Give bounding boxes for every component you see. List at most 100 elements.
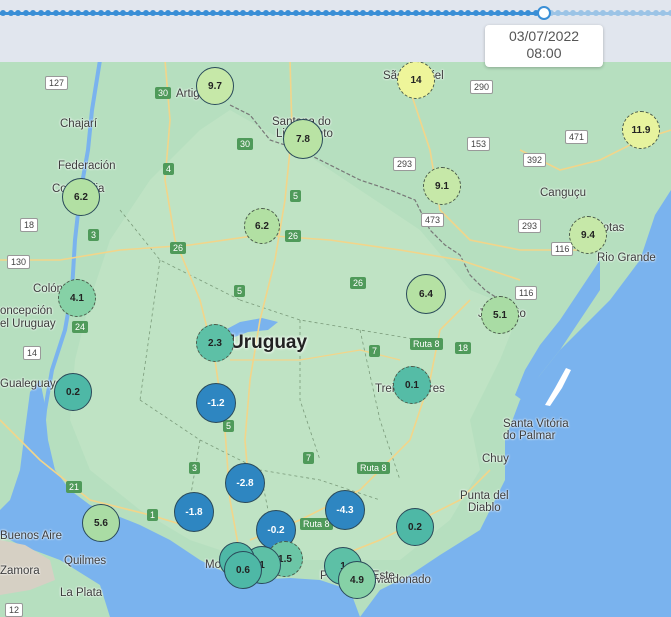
temperature-marker[interactable]: 14 [397, 61, 435, 99]
timeline-tick[interactable] [660, 10, 666, 16]
timeline-tick[interactable] [480, 10, 486, 16]
timeline-tick[interactable] [127, 10, 134, 16]
timeline-tick[interactable] [330, 10, 336, 16]
timeline-tick[interactable] [615, 10, 621, 16]
timeline-tick[interactable] [135, 10, 141, 16]
timeline-tick[interactable] [60, 10, 66, 16]
timeline-tick[interactable] [75, 10, 81, 16]
timeline-tick[interactable] [352, 10, 359, 16]
timeline-tick[interactable] [360, 10, 366, 16]
timeline-tick[interactable] [622, 10, 629, 16]
timeline-tick[interactable] [487, 10, 494, 16]
timeline-tick[interactable] [120, 10, 126, 16]
timeline-tick[interactable] [472, 10, 479, 16]
timeline-tick[interactable] [270, 10, 276, 16]
timeline-tick[interactable] [300, 10, 306, 16]
temperature-marker[interactable]: 0.2 [396, 508, 434, 546]
timeline-tick[interactable] [420, 10, 426, 16]
timeline-tick[interactable] [292, 10, 299, 16]
temperature-marker[interactable]: -1.2 [196, 383, 236, 423]
temperature-marker[interactable]: 7.8 [283, 119, 323, 159]
timeline-tick[interactable] [90, 10, 96, 16]
timeline-tick[interactable] [67, 10, 74, 16]
timeline-tick[interactable] [367, 10, 374, 16]
temperature-marker[interactable]: 9.4 [569, 216, 607, 254]
timeline-tick[interactable] [345, 10, 351, 16]
timeline-tick[interactable] [315, 10, 321, 16]
timeline-tick[interactable] [22, 10, 29, 16]
timeline-tick[interactable] [442, 10, 449, 16]
temperature-marker[interactable]: -4.3 [325, 490, 365, 530]
timeline-tick[interactable] [112, 10, 119, 16]
timeline-tick[interactable] [97, 10, 104, 16]
timeline-tick[interactable] [495, 10, 501, 16]
timeline-tick[interactable] [277, 10, 284, 16]
temperature-marker[interactable]: 5.6 [82, 504, 120, 542]
timeline-tick[interactable] [337, 10, 344, 16]
timeline-tick[interactable] [45, 10, 51, 16]
timeline-tick[interactable] [172, 10, 179, 16]
timeline-tick[interactable] [37, 10, 44, 16]
temperature-marker[interactable]: 6.2 [62, 178, 100, 216]
timeline-tick[interactable] [7, 10, 14, 16]
temperature-marker[interactable]: 0.1 [393, 366, 431, 404]
timeline-tick[interactable] [202, 10, 209, 16]
timeline-tick[interactable] [465, 10, 471, 16]
temperature-marker[interactable]: 0.2 [54, 373, 92, 411]
weather-map[interactable]: ChajaríFederaciónConcordiaColónoncepción… [0, 0, 671, 617]
timeline-tick[interactable] [390, 10, 396, 16]
timeline-tick[interactable] [0, 10, 6, 16]
timeline-tick[interactable] [562, 10, 569, 16]
timeline-tick[interactable] [525, 10, 531, 16]
timeline-tick[interactable] [457, 10, 464, 16]
timeline-tick[interactable] [82, 10, 89, 16]
timeline-tick[interactable] [247, 10, 254, 16]
timeline-tick[interactable] [570, 10, 576, 16]
timeline-tick[interactable] [427, 10, 434, 16]
timeline-tick[interactable] [405, 10, 411, 16]
temperature-marker[interactable]: 6.4 [406, 274, 446, 314]
timeline-tick[interactable] [187, 10, 194, 16]
timeline-tick[interactable] [210, 10, 216, 16]
timeline-tick[interactable] [195, 10, 201, 16]
timeline-tick[interactable] [30, 10, 36, 16]
temperature-marker[interactable]: 9.1 [423, 167, 461, 205]
temperature-marker[interactable]: -1.8 [174, 492, 214, 532]
timeline-tick[interactable] [157, 10, 164, 16]
timeline-tick[interactable] [585, 10, 591, 16]
temperature-marker[interactable]: -2.8 [225, 463, 265, 503]
temperature-marker[interactable]: 0.6 [224, 551, 262, 589]
timeline-tick[interactable] [285, 10, 291, 16]
temperature-marker[interactable]: 6.2 [244, 208, 280, 244]
temperature-marker[interactable]: 5.1 [481, 296, 519, 334]
timeline-tick[interactable] [255, 10, 261, 16]
timeline-tick[interactable] [667, 10, 671, 16]
timeline-tick[interactable] [217, 10, 224, 16]
timeline-tick[interactable] [652, 10, 659, 16]
timeline-tick[interactable] [262, 10, 269, 16]
timeline-tick[interactable] [510, 10, 516, 16]
timeline-tick[interactable] [600, 10, 606, 16]
temperature-marker[interactable]: 9.7 [196, 67, 234, 105]
timeline-tick[interactable] [180, 10, 186, 16]
timeline-tick[interactable] [142, 10, 149, 16]
timeline-tick[interactable] [232, 10, 239, 16]
timeline-tick[interactable] [52, 10, 59, 16]
timeline-tick[interactable] [307, 10, 314, 16]
timeline-tick[interactable] [555, 10, 561, 16]
timeline-tick[interactable] [105, 10, 111, 16]
timeline-slider-handle[interactable] [537, 6, 551, 20]
timeline-tick[interactable] [637, 10, 644, 16]
timeline-tick[interactable] [322, 10, 329, 16]
timeline-tick[interactable] [150, 10, 156, 16]
timeline-tick[interactable] [607, 10, 614, 16]
timeline-tick[interactable] [645, 10, 651, 16]
temperature-marker[interactable]: 2.3 [196, 324, 234, 362]
timeline-tick[interactable] [412, 10, 419, 16]
timeline-tick[interactable] [225, 10, 231, 16]
temperature-marker[interactable]: 11.9 [622, 111, 660, 149]
timeline-tick[interactable] [397, 10, 404, 16]
timeline-tick[interactable] [15, 10, 21, 16]
timeline-tick[interactable] [450, 10, 456, 16]
timeline-tick[interactable] [240, 10, 246, 16]
